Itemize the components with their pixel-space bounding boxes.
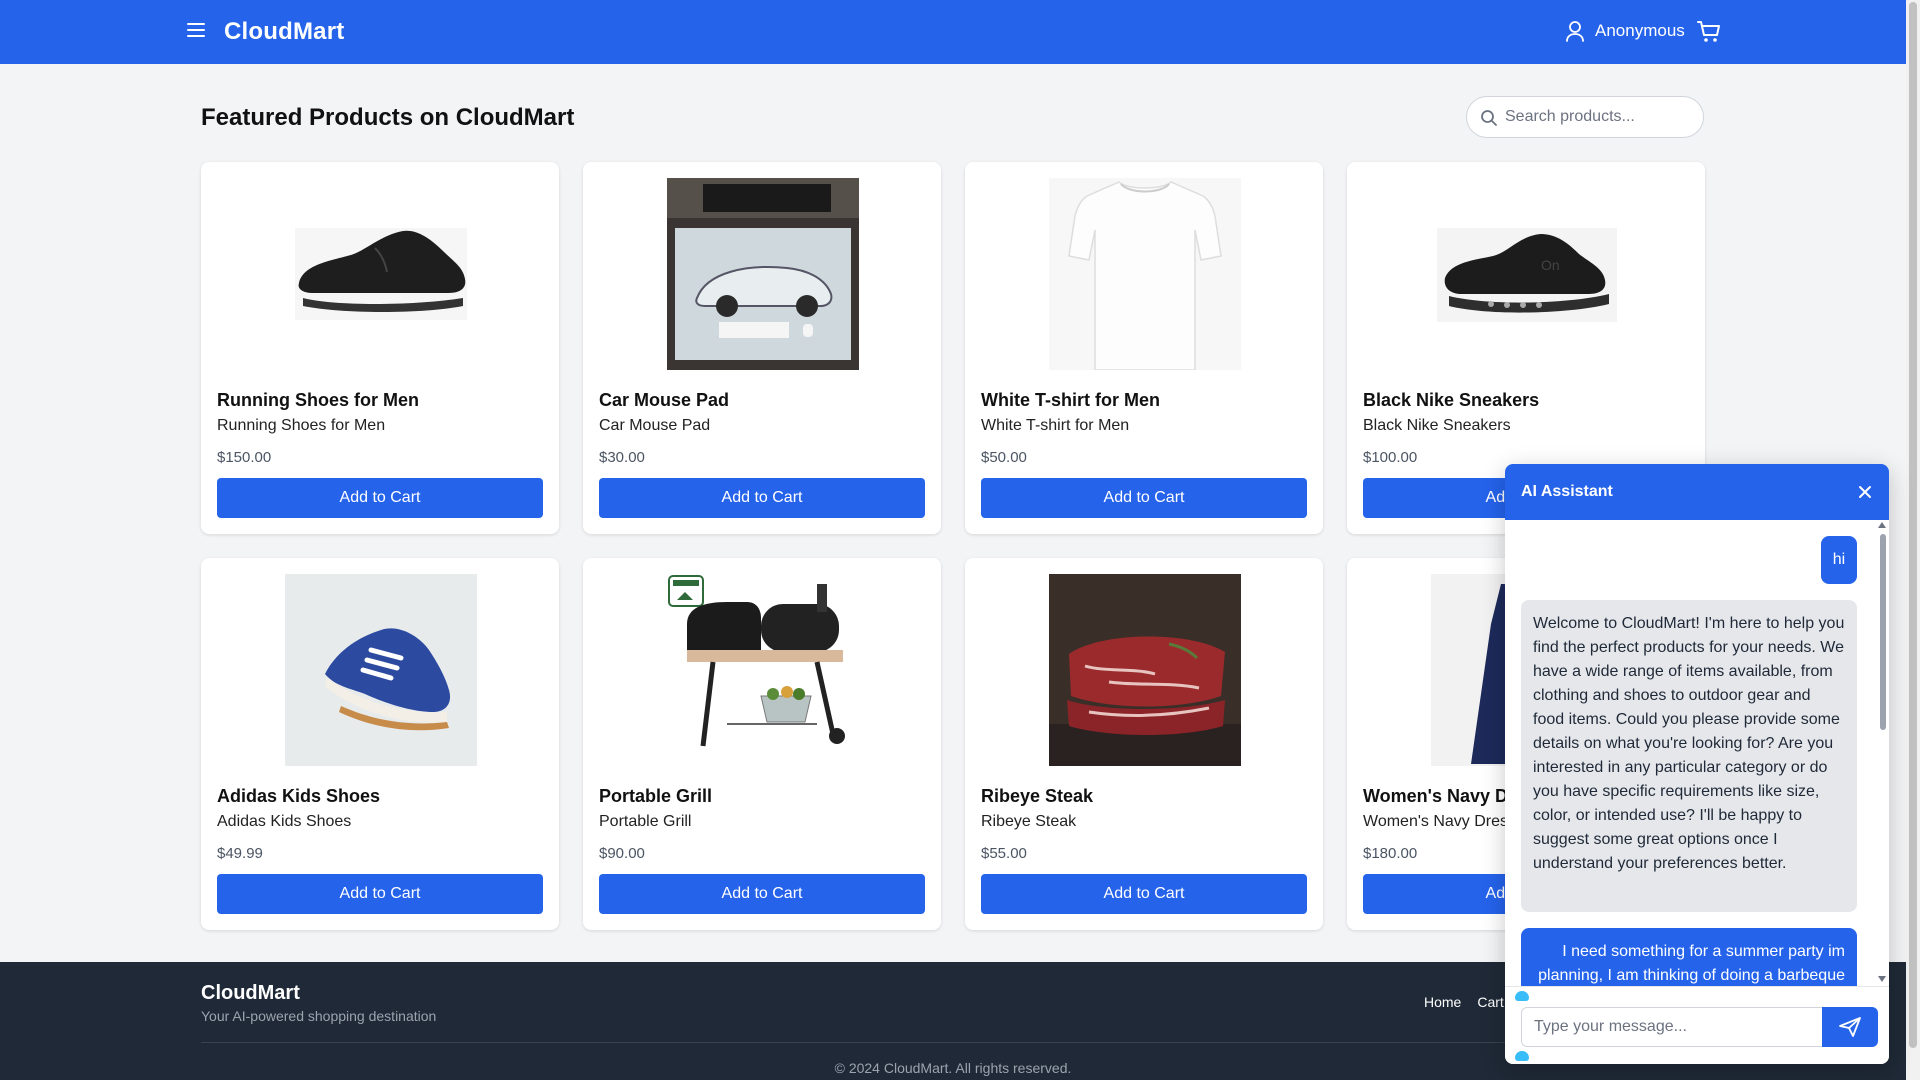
scroll-up-arrow-icon[interactable] [1878, 522, 1886, 528]
product-description: Women's Navy Dress [1363, 813, 1517, 830]
product-name[interactable]: Black Nike Sneakers [1363, 390, 1539, 411]
product-description: Car Mouse Pad [599, 417, 711, 434]
user-account-button[interactable]: Anonymous [1565, 20, 1685, 42]
product-card: Car Mouse Pad Car Mouse Pad $30.00 Add t… [583, 162, 941, 534]
footer-link-cart[interactable]: Cart [1477, 994, 1503, 1010]
page-title: Featured Products on CloudMart [201, 104, 575, 131]
resize-handle-icon[interactable] [1515, 991, 1529, 1001]
product-image[interactable] [285, 178, 477, 370]
menu-icon[interactable] [184, 19, 208, 45]
add-to-cart-button[interactable]: Add to Cart [599, 874, 925, 914]
send-button[interactable] [1822, 1007, 1878, 1047]
product-card: White T-shirt for Men White T-shirt for … [965, 162, 1323, 534]
product-price: $30.00 [599, 449, 645, 466]
ai-assistant-panel: AI Assistant hi Welcome to CloudMart! I'… [1505, 464, 1889, 1064]
product-image[interactable] [667, 178, 859, 370]
chat-messages[interactable]: hi Welcome to CloudMart! I'm here to hel… [1505, 520, 1889, 986]
product-description: Ribeye Steak [981, 813, 1077, 830]
product-price: $50.00 [981, 449, 1027, 466]
chat-header: AI Assistant [1505, 464, 1889, 520]
product-name[interactable]: Portable Grill [599, 786, 712, 807]
product-description: Black Nike Sneakers [1363, 417, 1511, 434]
add-to-cart-button[interactable]: Add to Cart [981, 478, 1307, 518]
product-price: $100.00 [1363, 449, 1418, 466]
product-image[interactable] [285, 574, 477, 766]
close-icon[interactable] [1855, 482, 1875, 502]
product-price: $49.99 [217, 845, 263, 862]
product-name[interactable]: White T-shirt for Men [981, 390, 1160, 411]
chat-message-input[interactable] [1521, 1007, 1822, 1047]
product-image[interactable] [1049, 178, 1241, 370]
product-image[interactable]: On [1431, 178, 1623, 370]
product-price: $55.00 [981, 845, 1027, 862]
product-card: Portable Grill Portable Grill $90.00 Add… [583, 558, 941, 930]
scroll-down-arrow-icon[interactable] [1878, 976, 1886, 982]
add-to-cart-button[interactable]: Add to Cart [981, 874, 1307, 914]
send-icon [1839, 1017, 1861, 1037]
product-grid: Running Shoes for Men Running Shoes for … [201, 162, 1705, 930]
search-icon [1481, 110, 1497, 126]
add-to-cart-button[interactable]: Add to Cart [217, 874, 543, 914]
svg-text:On: On [1541, 257, 1560, 273]
product-image[interactable] [1049, 574, 1241, 766]
add-to-cart-button[interactable]: Add to Cart [217, 478, 543, 518]
product-name[interactable]: Ribeye Steak [981, 786, 1093, 807]
footer-tagline: Your AI-powered shopping destination [201, 1008, 437, 1024]
page-scrollbar[interactable] [1906, 0, 1920, 1080]
product-description: White T-shirt for Men [981, 417, 1130, 434]
chat-title: AI Assistant [1521, 483, 1613, 500]
product-description: Adidas Kids Shoes [217, 813, 352, 830]
chat-input-bar [1505, 986, 1889, 1064]
chat-scrollbar[interactable] [1875, 520, 1889, 986]
add-to-cart-button[interactable]: Add to Cart [599, 478, 925, 518]
product-card: Adidas Kids Shoes Adidas Kids Shoes $49.… [201, 558, 559, 930]
product-card: Running Shoes for Men Running Shoes for … [201, 162, 559, 534]
product-name[interactable]: Adidas Kids Shoes [217, 786, 380, 807]
top-nav-bar: CloudMart Anonymous [0, 0, 1906, 64]
footer-divider [201, 1042, 1704, 1043]
footer-links: Home Cart [1424, 994, 1504, 1010]
user-label: Anonymous [1595, 21, 1685, 40]
chat-message-assistant: Welcome to CloudMart! I'm here to help y… [1521, 600, 1857, 912]
chat-message-user: hi [1821, 536, 1857, 584]
chat-message-user: I need something for a summer party im p… [1521, 928, 1857, 986]
product-name[interactable]: Running Shoes for Men [217, 390, 419, 411]
user-icon [1566, 21, 1584, 42]
product-card: Ribeye Steak Ribeye Steak $55.00 Add to … [965, 558, 1323, 930]
product-name[interactable]: Car Mouse Pad [599, 390, 729, 411]
search-input[interactable] [1505, 106, 1691, 128]
search-box [1466, 96, 1704, 138]
product-image[interactable] [667, 574, 859, 766]
resize-handle-icon[interactable] [1515, 1051, 1529, 1061]
footer-link-home[interactable]: Home [1424, 994, 1461, 1010]
footer-brand: CloudMart [201, 982, 300, 1004]
product-description: Portable Grill [599, 813, 692, 830]
product-price: $90.00 [599, 845, 645, 862]
cart-icon[interactable] [1696, 19, 1722, 45]
product-description: Running Shoes for Men [217, 417, 386, 434]
brand-logo[interactable]: CloudMart [224, 18, 344, 46]
product-price: $180.00 [1363, 845, 1418, 862]
product-price: $150.00 [217, 449, 272, 466]
